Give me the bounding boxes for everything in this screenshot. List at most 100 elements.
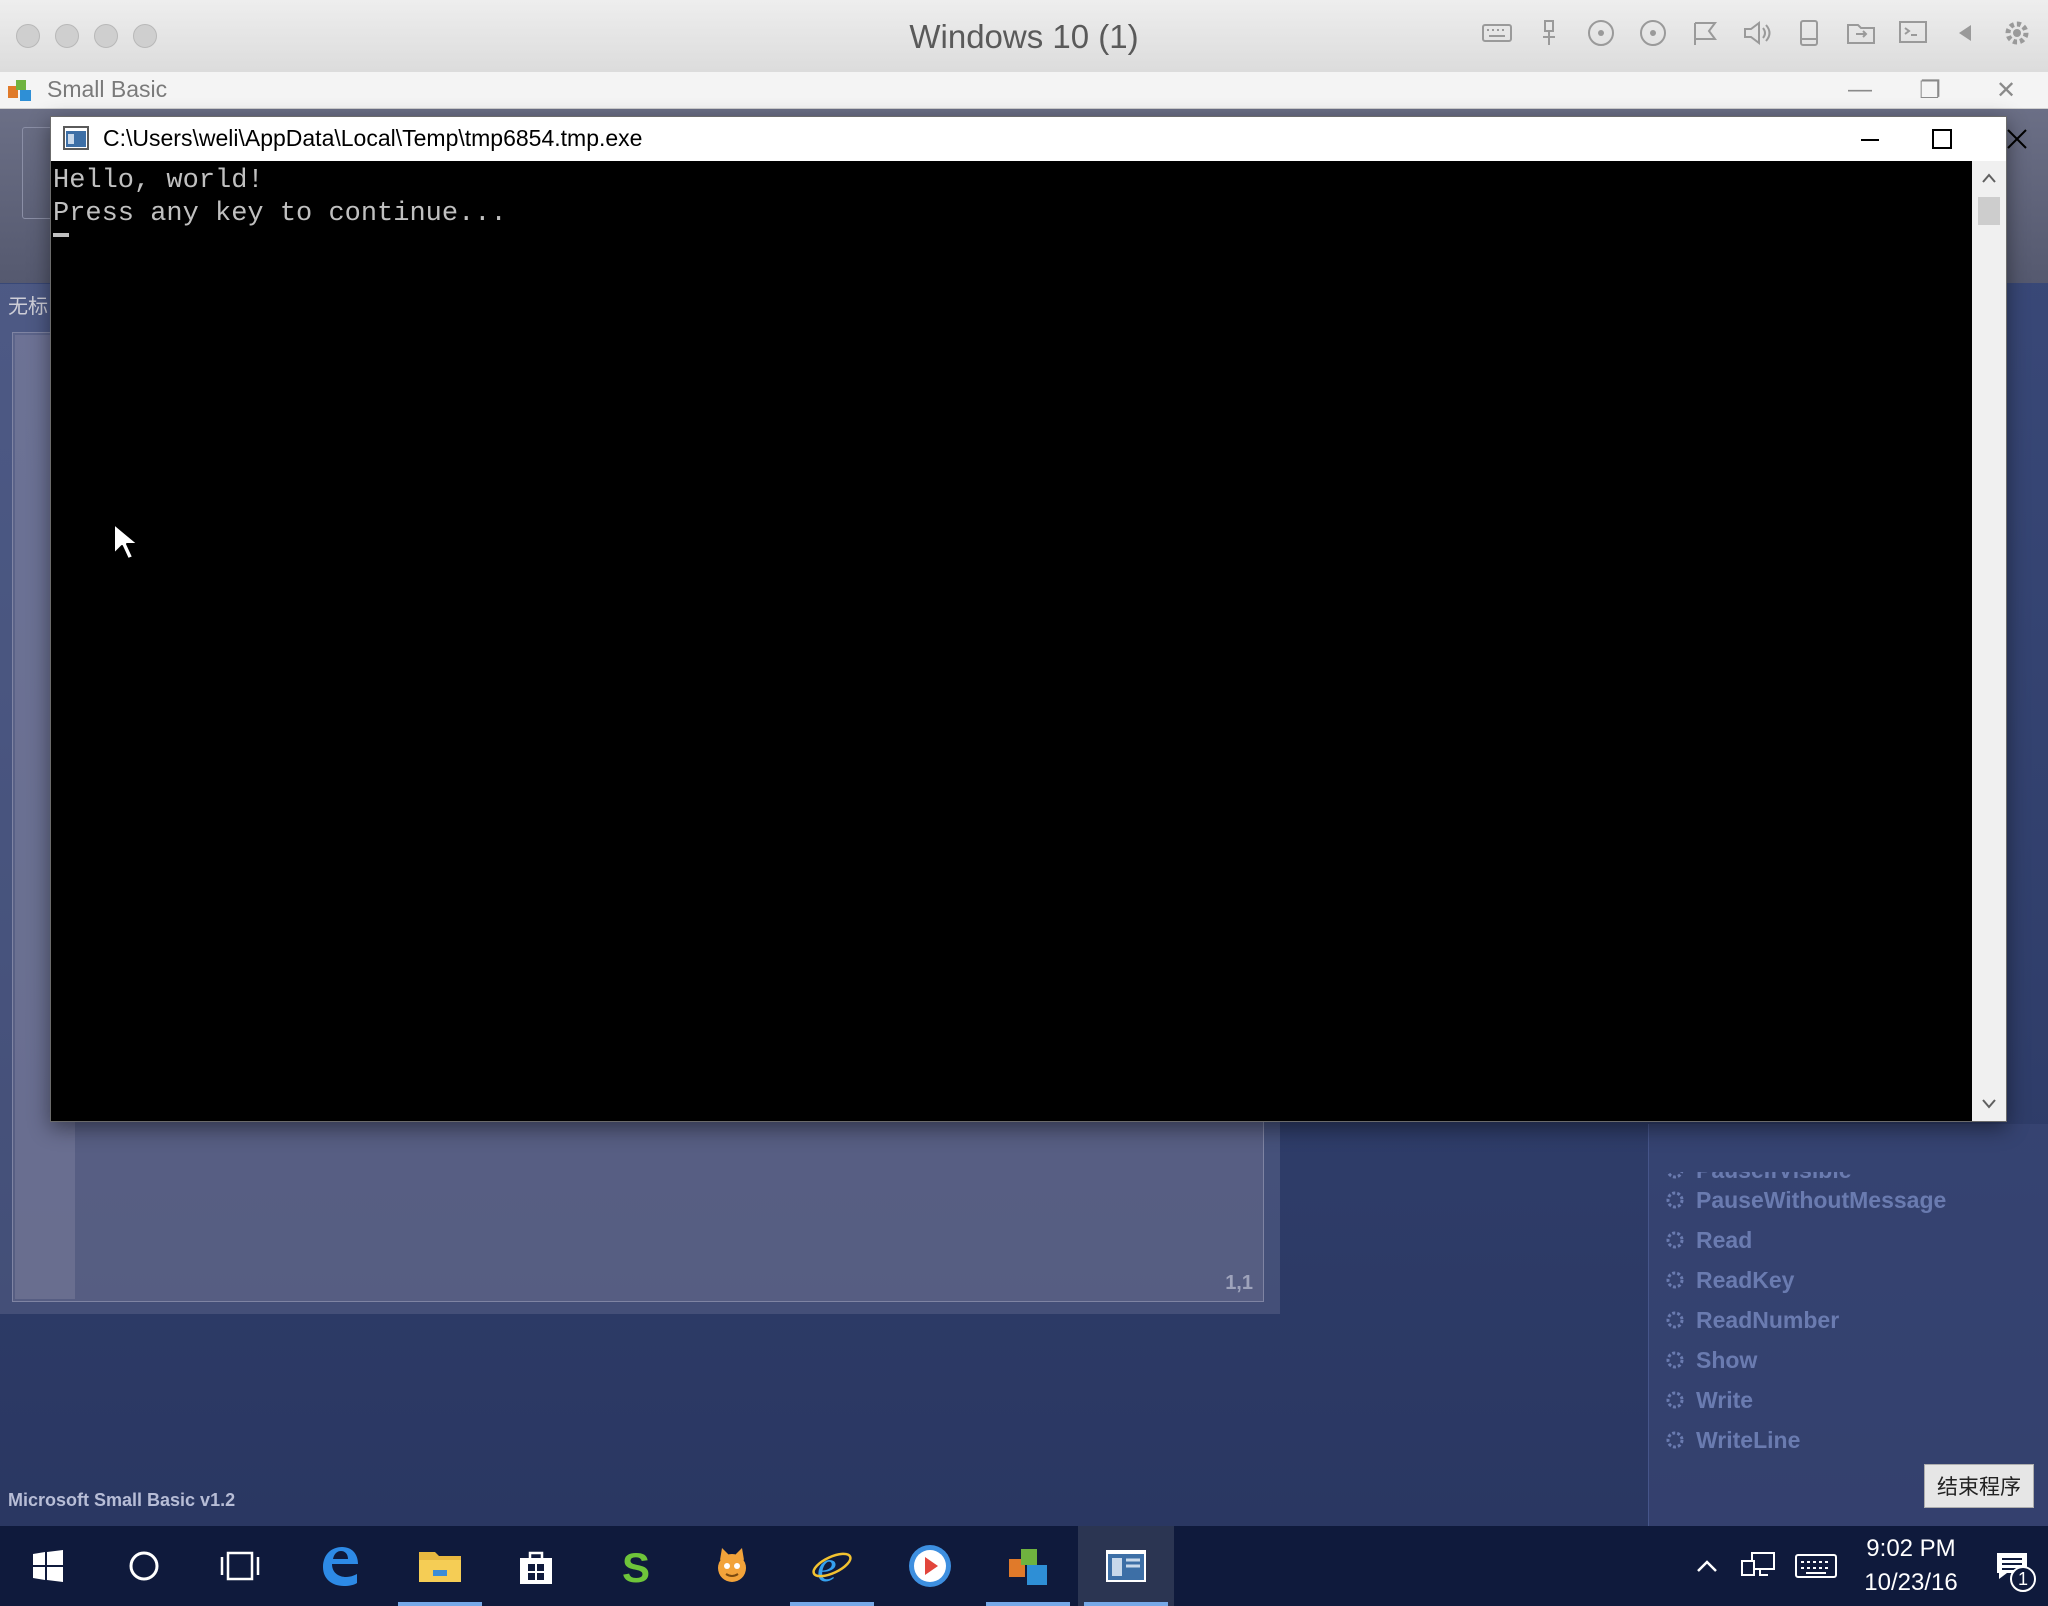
- taskbar: S e 9:02 PM 10/23/16 1: [0, 1526, 2048, 1606]
- edge-icon: [323, 1547, 358, 1586]
- cortana-button[interactable]: [96, 1526, 192, 1606]
- console-close-button[interactable]: [1981, 117, 2048, 161]
- method-icon: [1666, 1311, 1684, 1329]
- small-basic-titlebar: Small Basic — ❐ ✕: [0, 72, 2048, 109]
- method-icon: [1666, 1271, 1684, 1289]
- collapse-icon[interactable]: [1948, 16, 1982, 50]
- media-player-app[interactable]: [882, 1526, 978, 1606]
- clock[interactable]: 9:02 PM 10/23/16: [1846, 1532, 1976, 1600]
- console-titlebar[interactable]: C:\Users\weli\AppData\Local\Temp\tmp6854…: [51, 117, 2027, 161]
- svg-text:e: e: [817, 1543, 837, 1589]
- minimize-button[interactable]: —: [1830, 74, 1890, 106]
- notification-count-badge: 1: [2010, 1566, 2036, 1592]
- show-hidden-icons-chevron-icon[interactable]: [1684, 1526, 1730, 1606]
- sound-icon[interactable]: [1740, 16, 1774, 50]
- internet-explorer-app[interactable]: e: [784, 1526, 880, 1606]
- windows-logo-icon: [33, 1550, 63, 1582]
- store-app[interactable]: [488, 1526, 584, 1606]
- method-icon: [1666, 1351, 1684, 1369]
- task-view-button[interactable]: [192, 1526, 288, 1606]
- keyboard-layout-icon[interactable]: [1786, 1526, 1846, 1606]
- member-label: Show: [1696, 1346, 1758, 1373]
- network-icon[interactable]: [1688, 16, 1722, 50]
- vertical-scrollbar[interactable]: [1972, 161, 2006, 1121]
- console-title: C:\Users\weli\AppData\Local\Temp\tmp6854…: [103, 125, 643, 151]
- small-basic-icon: [1009, 1549, 1047, 1585]
- small-basic-title: Small Basic: [47, 76, 168, 102]
- text-cursor: [53, 233, 69, 237]
- list-item[interactable]: WriteLine: [1664, 1420, 1946, 1460]
- method-icon: [1666, 1191, 1684, 1209]
- share-icon[interactable]: [1844, 16, 1878, 50]
- stop-program-button[interactable]: 结束程序: [1924, 1464, 2034, 1508]
- console-app[interactable]: [1078, 1526, 1174, 1606]
- cortana-icon: [129, 1551, 159, 1581]
- cursor-position: 1,1: [1225, 1272, 1253, 1294]
- usb-icon[interactable]: [1532, 16, 1566, 50]
- network-status-icon[interactable]: [1730, 1526, 1786, 1606]
- list-item[interactable]: PauseWithoutMessage: [1664, 1180, 1946, 1220]
- cd2-icon[interactable]: [1636, 16, 1670, 50]
- small-basic-app[interactable]: [980, 1526, 1076, 1606]
- action-center-button[interactable]: 1: [1976, 1526, 2048, 1606]
- task-view-icon: [220, 1551, 260, 1581]
- s-logo-icon: S: [622, 1544, 650, 1588]
- clock-date: 10/23/16: [1864, 1569, 1958, 1596]
- list-item[interactable]: Show: [1664, 1340, 1946, 1380]
- console-maximize-button[interactable]: [1906, 117, 1978, 161]
- version-label: Microsoft Small Basic v1.2: [8, 1490, 236, 1510]
- members-list: PauseWithoutMessage Read ReadKey ReadNum…: [1664, 1180, 1946, 1460]
- console-line: Hello, world!: [53, 166, 264, 196]
- member-label: PauseWithoutMessage: [1696, 1186, 1947, 1213]
- scroll-down-icon[interactable]: [1972, 1087, 2006, 1121]
- keyboard-icon[interactable]: [1480, 16, 1514, 50]
- mouse-pointer-icon: [113, 523, 138, 560]
- console-window-icon: [1106, 1550, 1146, 1582]
- close-icon: [2007, 129, 2027, 149]
- method-icon: [1666, 1231, 1684, 1249]
- member-label: ReadKey: [1696, 1266, 1795, 1293]
- store-icon: [520, 1551, 552, 1584]
- method-icon: [1666, 1431, 1684, 1449]
- member-label: Write: [1696, 1386, 1754, 1413]
- restore-button[interactable]: ❐: [1900, 74, 1960, 106]
- display-icon[interactable]: [1896, 16, 1930, 50]
- scratch-app[interactable]: [684, 1526, 780, 1606]
- member-label: ReadNumber: [1696, 1306, 1840, 1333]
- clock-time: 9:02 PM: [1866, 1535, 1956, 1562]
- console-window[interactable]: C:\Users\weli\AppData\Local\Temp\tmp6854…: [50, 116, 2027, 1122]
- vm-host-titlebar: Windows 10 (1): [0, 0, 2048, 73]
- guest-desktop: Small Basic — ❐ ✕ 无标 1,1 PauseIfVisible …: [0, 72, 2048, 1526]
- system-tray: 9:02 PM 10/23/16 1: [1684, 1526, 2048, 1606]
- edge-app[interactable]: [292, 1526, 388, 1606]
- document-tab[interactable]: 无标: [8, 290, 48, 320]
- console-app-icon: [63, 126, 89, 150]
- maximize-icon: [1932, 129, 1952, 149]
- member-label: Read: [1696, 1226, 1753, 1253]
- settings-gear-icon[interactable]: [2000, 16, 2034, 50]
- file-explorer-app[interactable]: [392, 1526, 488, 1606]
- console-text: Hello, world! Press any key to continue..…: [53, 165, 507, 231]
- list-item[interactable]: ReadKey: [1664, 1260, 1946, 1300]
- s-app[interactable]: S: [586, 1526, 682, 1606]
- internet-explorer-icon: e: [812, 1543, 852, 1589]
- scratch-cat-icon: [718, 1548, 746, 1582]
- storage-icon[interactable]: [1792, 16, 1826, 50]
- svg-text:S: S: [622, 1544, 650, 1588]
- list-item[interactable]: Read: [1664, 1220, 1946, 1260]
- small-basic-logo-icon: [8, 80, 31, 101]
- member-label: WriteLine: [1696, 1426, 1801, 1453]
- list-item[interactable]: ReadNumber: [1664, 1300, 1946, 1340]
- scroll-thumb[interactable]: [1978, 197, 2000, 225]
- console-minimize-button[interactable]: [1834, 117, 1906, 161]
- minimize-icon: [1861, 139, 1879, 141]
- list-item[interactable]: Write: [1664, 1380, 1946, 1420]
- scroll-up-icon[interactable]: [1972, 161, 2006, 195]
- start-button[interactable]: [0, 1526, 96, 1606]
- console-output[interactable]: Hello, world! Press any key to continue..…: [51, 161, 1971, 1121]
- cd-icon[interactable]: [1584, 16, 1618, 50]
- method-icon: [1666, 1391, 1684, 1409]
- close-button[interactable]: ✕: [1976, 74, 2036, 106]
- folder-icon: [419, 1552, 461, 1582]
- play-icon: [909, 1545, 951, 1587]
